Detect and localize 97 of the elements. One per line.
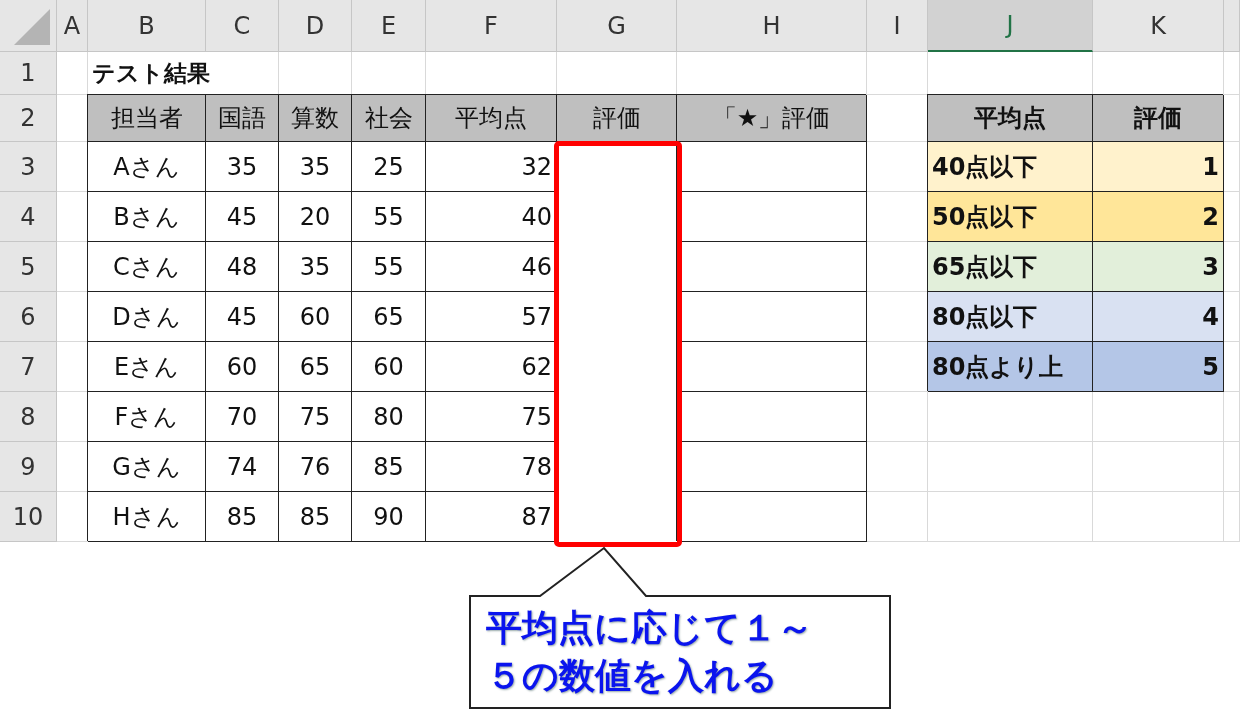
column-header[interactable]: K [1093, 0, 1224, 52]
table-cell: 50点以下 [928, 192, 1093, 242]
empty-cell [867, 492, 928, 542]
column-header[interactable]: B [88, 0, 206, 52]
table-cell: 40点以下 [928, 142, 1093, 192]
empty-cell [1224, 442, 1240, 492]
column-title: 評価 [557, 95, 677, 142]
empty-cell [1224, 192, 1240, 242]
column-title: 「★」評価 [677, 95, 867, 142]
empty-cell [1224, 242, 1240, 292]
empty-cell [1224, 95, 1240, 142]
table-cell: 55 [352, 192, 426, 242]
table-cell: 80点より上 [928, 342, 1093, 392]
row-header[interactable]: 9 [0, 442, 57, 492]
table-cell: Cさん [88, 242, 206, 292]
column-title: 平均点 [426, 95, 557, 142]
column-title: 平均点 [928, 95, 1093, 142]
select-all-button[interactable] [0, 0, 57, 52]
table-cell: Fさん [88, 392, 206, 442]
table-cell: 55 [352, 242, 426, 292]
row-header[interactable]: 10 [0, 492, 57, 542]
table-cell: 25 [352, 142, 426, 192]
table-cell: 85 [352, 442, 426, 492]
table-cell: 87 [426, 492, 557, 542]
column-header[interactable]: A [57, 0, 88, 52]
table-cell: 62 [426, 342, 557, 392]
column-header[interactable]: I [867, 0, 928, 52]
column-header[interactable]: H [677, 0, 867, 52]
table-cell: 40 [426, 192, 557, 242]
row-header[interactable]: 6 [0, 292, 57, 342]
column-header[interactable]: J [928, 0, 1093, 52]
table-cell: 57 [426, 292, 557, 342]
row-header[interactable]: 7 [0, 342, 57, 392]
table-cell: Dさん [88, 292, 206, 342]
table-cell: 1 [1093, 142, 1224, 192]
column-header[interactable]: E [352, 0, 426, 52]
table-cell: 65点以下 [928, 242, 1093, 292]
row-header[interactable]: 8 [0, 392, 57, 442]
empty-cell [867, 442, 928, 492]
table-cell: Eさん [88, 342, 206, 392]
table-cell: 46 [426, 242, 557, 292]
triangle-icon [14, 9, 50, 45]
row-header[interactable]: 4 [0, 192, 57, 242]
table-cell: 90 [352, 492, 426, 542]
column-header[interactable] [1224, 0, 1240, 52]
table-cell: 35 [206, 142, 279, 192]
empty-cell [1224, 392, 1240, 442]
column-title: 算数 [279, 95, 352, 142]
table-cell: Bさん [88, 192, 206, 242]
table-cell: Aさん [88, 142, 206, 192]
empty-cell [867, 52, 928, 95]
table-cell: 45 [206, 192, 279, 242]
callout-text: 平均点に応じて１～５の数値を入れる [486, 606, 814, 698]
column-header[interactable]: G [557, 0, 677, 52]
table-cell: 4 [1093, 292, 1224, 342]
row-header[interactable]: 1 [0, 52, 57, 95]
empty-cell [1224, 492, 1240, 542]
table-cell: 3 [1093, 242, 1224, 292]
row-header[interactable]: 3 [0, 142, 57, 192]
table-cell: 85 [206, 492, 279, 542]
row-header[interactable]: 2 [0, 95, 57, 142]
table-cell: 60 [279, 292, 352, 342]
table-cell: 65 [279, 342, 352, 392]
table-cell: 70 [206, 392, 279, 442]
empty-cell [867, 392, 928, 442]
column-header[interactable]: C [206, 0, 279, 52]
table-cell: 76 [279, 442, 352, 492]
column-title: 担当者 [88, 95, 206, 142]
table-cell: 20 [279, 192, 352, 242]
table-cell: 48 [206, 242, 279, 292]
table-cell: 75 [426, 392, 557, 442]
table-cell: 32 [426, 142, 557, 192]
column-title: 社会 [352, 95, 426, 142]
table-cell: 80点以下 [928, 292, 1093, 342]
empty-cell [1224, 342, 1240, 392]
empty-cell [1224, 292, 1240, 342]
column-header[interactable]: F [426, 0, 557, 52]
column-header[interactable]: D [279, 0, 352, 52]
table-cell: 85 [279, 492, 352, 542]
table-cell: 75 [279, 392, 352, 442]
table-cell: 65 [352, 292, 426, 342]
table-cell: 60 [352, 342, 426, 392]
table-cell: 80 [352, 392, 426, 442]
column-title: 評価 [1093, 95, 1224, 142]
row-header[interactable]: 5 [0, 242, 57, 292]
table-cell: 35 [279, 142, 352, 192]
table-cell: Gさん [88, 442, 206, 492]
table-cell: 78 [426, 442, 557, 492]
table-cell: 74 [206, 442, 279, 492]
empty-cell [1224, 142, 1240, 192]
table-cell: 60 [206, 342, 279, 392]
table-cell: 45 [206, 292, 279, 342]
table-cell: 2 [1093, 192, 1224, 242]
table-cell: 5 [1093, 342, 1224, 392]
column-title: 国語 [206, 95, 279, 142]
table-cell: Hさん [88, 492, 206, 542]
table-cell: 35 [279, 242, 352, 292]
